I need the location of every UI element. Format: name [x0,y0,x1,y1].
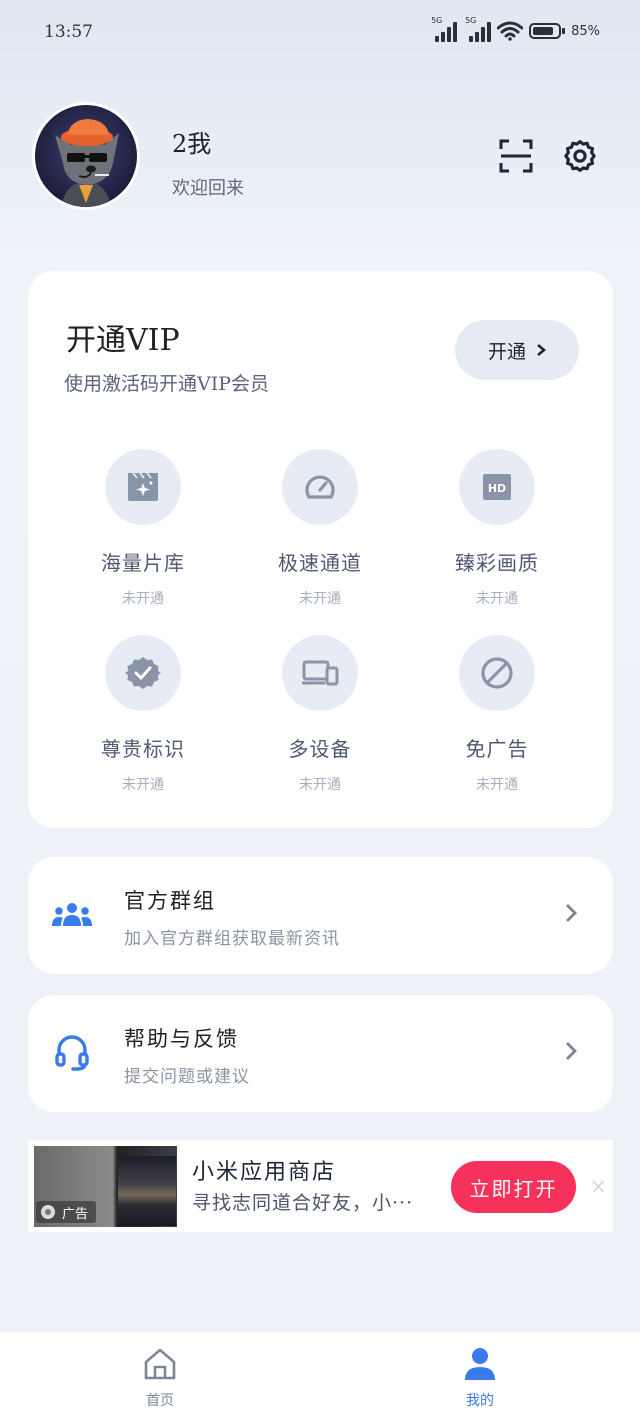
open-vip-label: 开通 [487,340,526,363]
feature-film-library[interactable]: 海量片库 未开通 [63,449,223,608]
multi-device-icon [282,635,358,711]
menu-subtitle: 提交问题或建议 [124,1067,250,1087]
scan-icon[interactable] [496,136,536,176]
feature-name: 尊贵标识 [101,737,185,761]
verified-badge-icon [105,635,181,711]
signal-icon: 5G [465,16,492,42]
menu-official-group[interactable]: 官方群组 加入官方群组获取最新资讯 [28,857,613,974]
menu-subtitle: 加入官方群组获取最新资讯 [124,929,340,949]
open-vip-button[interactable]: 开通 [455,320,579,380]
feature-badge[interactable]: 尊贵标识 未开通 [63,635,223,794]
tab-home[interactable]: 首页 [120,1346,200,1410]
film-library-icon [105,449,181,525]
feature-hd[interactable]: HD 臻彩画质 未开通 [417,449,577,608]
vip-card: 开通VIP 使用激活码开通VIP会员 开通 海量片库 未开通 极速通道 未开通 … [28,271,613,828]
gear-icon[interactable] [560,136,600,176]
tab-mine[interactable]: 我的 [440,1346,520,1410]
feature-multi-device[interactable]: 多设备 未开通 [240,635,400,794]
status-icons: 5G 5G 85% [431,16,600,42]
feature-name: 臻彩画质 [455,551,539,575]
feature-name: 海量片库 [101,551,185,575]
feature-speed[interactable]: 极速通道 未开通 [240,449,400,608]
chevron-right-icon [566,904,577,922]
menu-title: 官方群组 [124,889,216,913]
feature-status: 未开通 [476,591,518,607]
tab-label: 我的 [466,1393,494,1409]
ad-badge: 广告 [36,1201,97,1223]
feature-name: 免广告 [465,737,529,761]
headset-icon [52,1033,92,1073]
status-bar: 13:57 5G 5G 85% [0,0,640,64]
feature-name: 多设备 [288,737,352,761]
ad-description: 寻找志同道合好友，小··· [192,1192,414,1214]
avatar[interactable] [32,102,140,210]
speedometer-icon [282,449,358,525]
close-icon[interactable]: × [590,1174,607,1198]
feature-status: 未开通 [122,591,164,607]
no-ads-icon [459,635,535,711]
chevron-right-icon [537,344,546,356]
svg-text:HD: HD [488,482,506,495]
feature-name: 极速通道 [278,551,362,575]
bottom-tab-bar: 首页 我的 [0,1331,640,1423]
vip-subtitle: 使用激活码开通VIP会员 [64,373,270,395]
battery-level: 85% [571,23,600,39]
wifi-icon [497,21,524,41]
menu-help-feedback[interactable]: 帮助与反馈 提交问题或建议 [28,995,613,1112]
status-time: 13:57 [44,22,93,42]
username: 2我 [172,130,212,158]
ad-banner[interactable]: 广告 小米应用商店 寻找志同道合好友，小··· 立即打开 × [28,1140,613,1232]
battery-icon [529,23,566,39]
feature-status: 未开通 [299,777,341,793]
user-icon [465,1348,495,1380]
tab-label: 首页 [146,1393,174,1409]
group-icon [52,895,92,935]
ad-title: 小米应用商店 [192,1160,337,1185]
hd-icon: HD [459,449,535,525]
feature-status: 未开通 [299,591,341,607]
feature-status: 未开通 [122,777,164,793]
ad-logo-icon [41,1205,55,1219]
feature-no-ads[interactable]: 免广告 未开通 [417,635,577,794]
ad-open-button[interactable]: 立即打开 [451,1161,576,1213]
ad-thumbnail: 广告 [34,1146,177,1227]
home-icon [144,1348,176,1380]
feature-status: 未开通 [476,777,518,793]
chevron-right-icon [566,1042,577,1060]
profile-header: 2我 欢迎回来 [32,102,612,214]
welcome-text: 欢迎回来 [172,178,244,199]
signal-icon: 5G [431,16,458,42]
vip-title: 开通VIP [66,323,180,358]
menu-title: 帮助与反馈 [124,1027,239,1051]
